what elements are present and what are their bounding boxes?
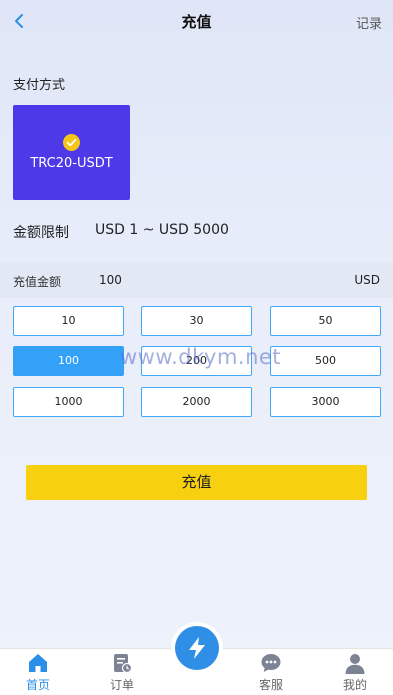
payment-method-name: TRC20-USDT xyxy=(30,156,113,171)
amount-option[interactable]: 10 xyxy=(13,306,124,336)
watermark: www.dkym.net xyxy=(120,345,282,369)
amount-unit: USD xyxy=(354,273,380,287)
tab-service-label: 客服 xyxy=(258,678,283,692)
amount-limit-value: USD 1 ~ USD 5000 xyxy=(95,222,229,238)
tab-orders-label: 订单 xyxy=(109,678,134,692)
center-action-button[interactable] xyxy=(171,622,223,674)
user-icon xyxy=(345,654,365,674)
amount-value[interactable]: 100 xyxy=(99,273,122,287)
order-icon xyxy=(114,654,133,674)
lightning-icon xyxy=(189,637,205,659)
center-action-circle xyxy=(175,626,219,670)
amount-option[interactable]: 3000 xyxy=(270,387,381,417)
payment-method-label: 支付方式 xyxy=(13,78,66,93)
payment-method-card[interactable]: TRC20-USDT xyxy=(13,105,130,200)
amount-option[interactable]: 2000 xyxy=(141,387,252,417)
home-icon xyxy=(29,654,47,672)
amount-input-row[interactable]: 充值金额 100 USD xyxy=(0,262,393,298)
page-title: 充值 xyxy=(181,13,212,31)
tab-profile-label: 我的 xyxy=(342,678,367,692)
amount-option[interactable]: 50 xyxy=(270,306,381,336)
tab-orders[interactable]: 订单 xyxy=(92,649,152,695)
amount-option[interactable]: 30 xyxy=(141,306,252,336)
amount-option[interactable]: 1000 xyxy=(13,387,124,417)
amount-option[interactable]: 100 xyxy=(13,346,124,376)
record-link[interactable]: 记录 xyxy=(356,13,382,32)
tab-service[interactable]: 客服 xyxy=(241,649,301,695)
recharge-submit-button[interactable]: 充值 xyxy=(26,465,367,500)
amount-option[interactable]: 500 xyxy=(270,346,381,376)
amount-limit-label: 金额限制 xyxy=(13,225,69,241)
header: 充值 记录 xyxy=(0,0,393,44)
chat-icon xyxy=(261,654,281,672)
check-circle-icon xyxy=(63,134,80,151)
amount-label: 充值金额 xyxy=(13,275,62,289)
tab-home-label: 首页 xyxy=(25,678,50,692)
tab-profile[interactable]: 我的 xyxy=(325,649,385,695)
tab-home[interactable]: 首页 xyxy=(8,649,68,695)
